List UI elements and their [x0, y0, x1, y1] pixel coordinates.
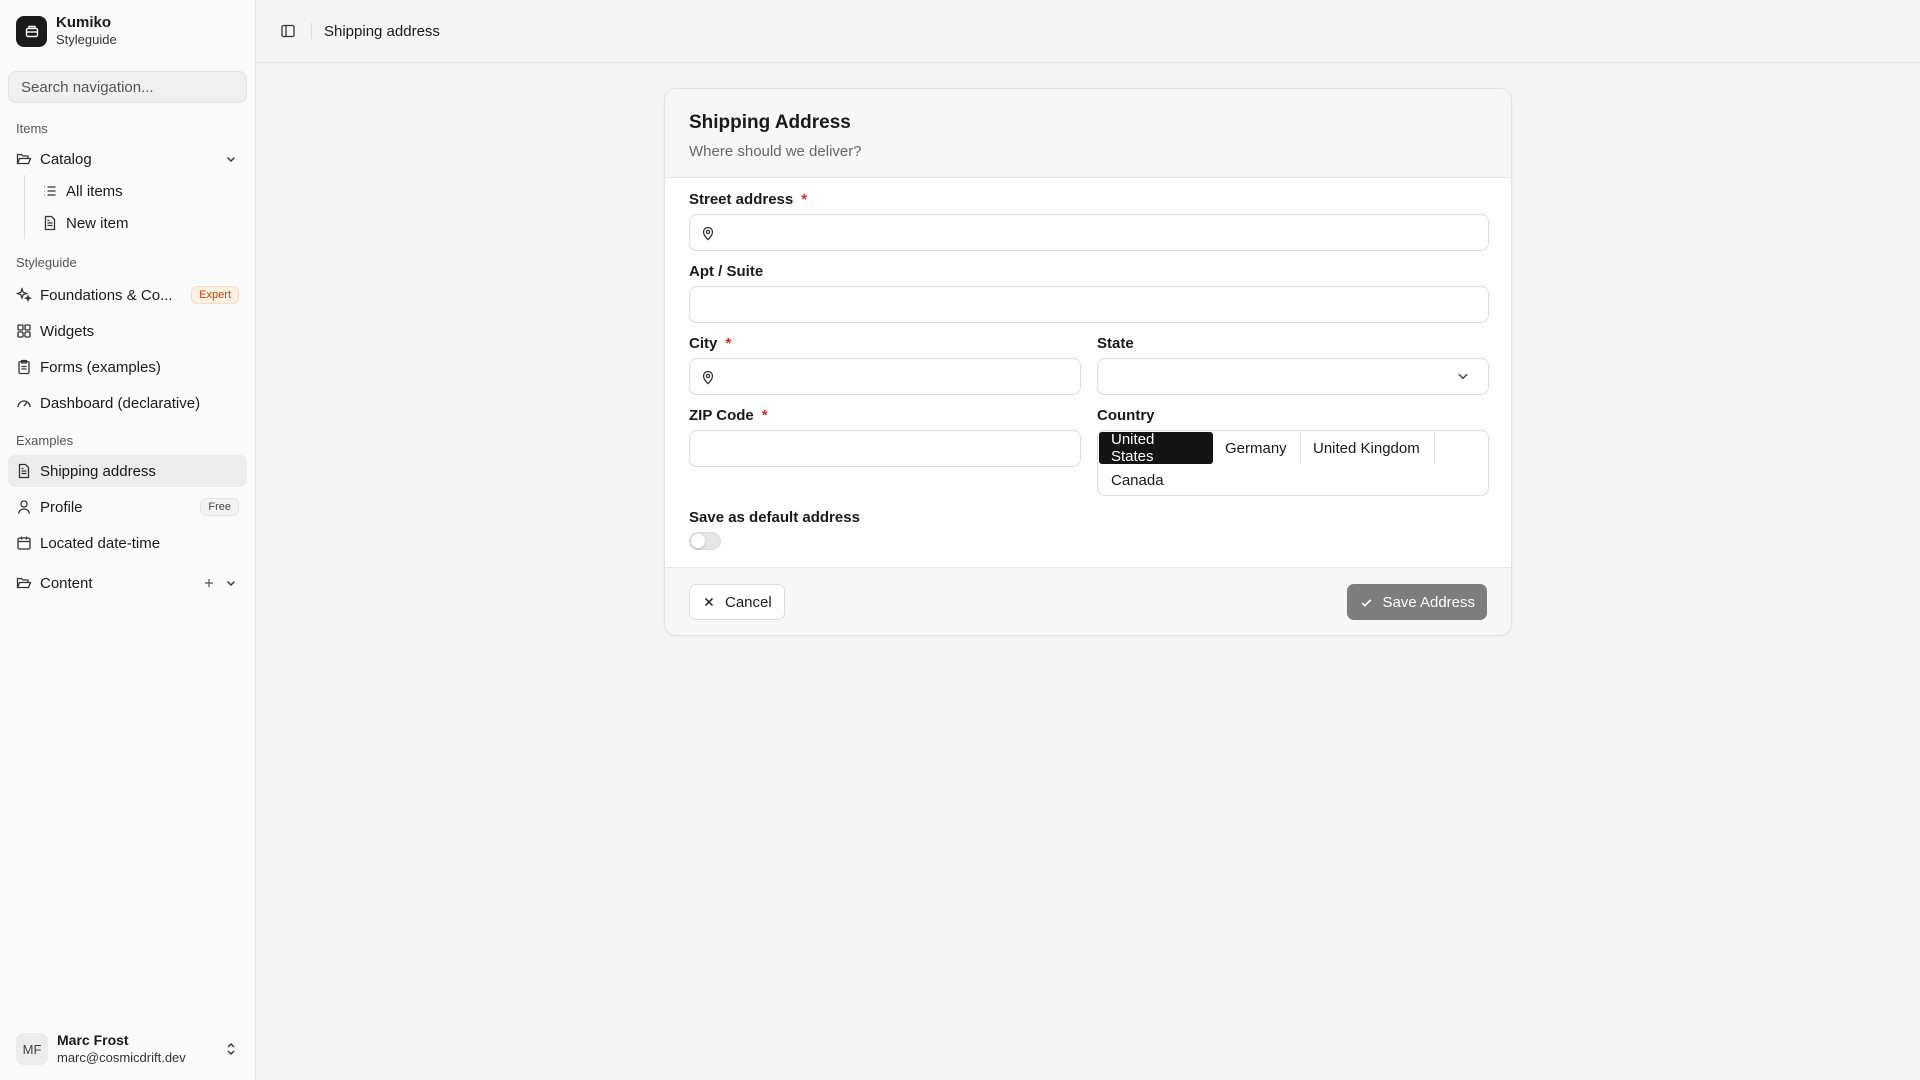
map-pin-icon	[702, 226, 714, 240]
zip-code-label-text: ZIP Code	[689, 407, 754, 424]
cancel-button-label: Cancel	[725, 593, 772, 611]
sidebar-item-new-item[interactable]: New item	[34, 207, 247, 239]
sidebar-item-profile[interactable]: Profile Free	[8, 491, 247, 523]
breadcrumb: Shipping address	[324, 22, 440, 40]
panel-left-icon	[281, 24, 295, 38]
chevron-down-icon	[1458, 373, 1468, 380]
avatar: MF	[16, 1033, 48, 1065]
shipping-address-card: Shipping Address Where should we deliver…	[664, 88, 1512, 636]
form-body: Street address * Apt / Suite City * State	[665, 178, 1511, 567]
sidebar-item-label: All items	[66, 182, 123, 200]
user-name: Marc Frost	[57, 1032, 129, 1048]
brand-title: Kumiko	[56, 14, 112, 31]
state-label: State	[1097, 335, 1134, 352]
country-segmented-control: United States Germany United Kingdom Can…	[1097, 430, 1489, 496]
brand-subtitle: Styleguide	[56, 32, 117, 47]
sidebar-item-forms-examples[interactable]: Forms (examples)	[8, 349, 247, 385]
sidebar-item-label: Shipping address	[40, 462, 156, 480]
country-label: Country	[1097, 407, 1155, 424]
catalog-sublist: All items New item	[24, 175, 255, 239]
street-address-field[interactable]	[689, 214, 1489, 251]
sidebar-item-label: Dashboard (declarative)	[40, 394, 201, 412]
calendar-icon	[16, 535, 32, 551]
document-icon	[16, 463, 32, 479]
sidebar: Kumiko Styleguide Items Catalog All	[0, 0, 256, 1080]
zip-code-field[interactable]	[689, 430, 1081, 467]
card-header: Shipping Address Where should we deliver…	[665, 89, 1511, 178]
default-address-label: Save as default address	[689, 509, 860, 526]
main-content: Shipping address Shipping Address Where …	[256, 0, 1920, 1080]
city-label-text: City	[689, 335, 718, 352]
city-field[interactable]	[689, 358, 1081, 395]
cancel-button[interactable]: Cancel	[689, 584, 785, 620]
required-mark: *	[801, 191, 808, 208]
sidebar-item-widgets[interactable]: Widgets	[8, 313, 247, 349]
apt-suite-label: Apt / Suite	[689, 263, 764, 280]
zip-code-label: ZIP Code *	[689, 407, 768, 424]
card-footer: Cancel Save Address	[665, 567, 1511, 635]
search-navigation-input[interactable]	[8, 71, 247, 103]
grid-icon	[16, 323, 32, 339]
gauge-icon	[16, 395, 32, 411]
expert-badge: Expert	[191, 286, 239, 304]
group-label-styleguide: Styleguide	[16, 254, 77, 270]
sidebar-item-label: Catalog	[40, 150, 92, 168]
free-badge: Free	[200, 498, 239, 516]
list-icon	[42, 183, 58, 199]
sidebar-toggle-button[interactable]	[273, 16, 303, 46]
sidebar-item-dashboard[interactable]: Dashboard (declarative)	[8, 385, 247, 421]
close-icon	[702, 595, 716, 609]
user-email: marc@cosmicdrift.dev	[57, 1050, 186, 1065]
check-icon	[1359, 595, 1373, 609]
sidebar-item-label: Located date-time	[40, 534, 161, 552]
sidebar-item-label: Foundations & Co...	[40, 286, 173, 304]
chevron-down-icon[interactable]	[223, 151, 239, 167]
document-icon	[42, 215, 58, 231]
sidebar-item-label: Content	[40, 574, 93, 592]
chevrons-up-down-icon[interactable]	[223, 1041, 239, 1057]
required-mark: *	[761, 407, 768, 424]
sidebar-item-label: Profile	[40, 498, 83, 516]
group-label-items: Items	[16, 120, 48, 136]
apt-suite-field[interactable]	[689, 286, 1489, 323]
street-address-label-text: Street address	[689, 191, 794, 208]
state-select[interactable]	[1097, 358, 1489, 395]
plus-icon[interactable]	[201, 575, 217, 591]
user-icon	[16, 499, 32, 515]
divider	[311, 23, 312, 39]
sidebar-item-foundations[interactable]: Foundations & Co... Expert	[8, 277, 247, 313]
folder-open-icon	[16, 575, 32, 591]
sidebar-item-label: New item	[66, 214, 129, 232]
group-label-examples: Examples	[16, 432, 74, 448]
required-mark: *	[725, 335, 732, 352]
sidebar-item-shipping-address[interactable]: Shipping address	[8, 455, 247, 487]
country-option-united-kingdom[interactable]: United Kingdom	[1301, 432, 1435, 464]
brand-logo-icon	[16, 15, 47, 47]
sparkles-icon	[16, 287, 32, 303]
country-option-canada[interactable]: Canada	[1099, 464, 1179, 496]
sidebar-item-all-items[interactable]: All items	[34, 175, 247, 207]
country-option-germany[interactable]: Germany	[1213, 432, 1301, 464]
save-button-label: Save Address	[1382, 593, 1475, 611]
sidebar-item-label: Widgets	[40, 322, 95, 340]
save-address-button[interactable]: Save Address	[1347, 584, 1487, 620]
city-label: City *	[689, 335, 731, 352]
page-title: Shipping Address	[689, 112, 851, 133]
brand[interactable]: Kumiko Styleguide	[0, 0, 255, 62]
card-description: Where should we deliver?	[689, 143, 862, 160]
default-address-toggle[interactable]	[689, 532, 721, 550]
user-menu[interactable]: MF Marc Frost marc@cosmicdrift.dev	[0, 1018, 255, 1080]
street-address-label: Street address *	[689, 191, 807, 208]
sidebar-item-label: Forms (examples)	[40, 358, 161, 376]
sidebar-item-catalog[interactable]: Catalog	[8, 143, 247, 175]
country-option-united-states[interactable]: United States	[1099, 431, 1213, 465]
toggle-knob	[691, 534, 705, 548]
topbar: Shipping address	[256, 0, 1920, 63]
chevron-down-icon[interactable]	[223, 575, 239, 591]
sidebar-item-content[interactable]: Content	[8, 567, 247, 599]
clipboard-icon	[16, 359, 32, 375]
map-pin-icon	[702, 370, 714, 384]
folder-open-icon	[16, 151, 32, 167]
sidebar-item-located-date-time[interactable]: Located date-time	[8, 527, 247, 559]
